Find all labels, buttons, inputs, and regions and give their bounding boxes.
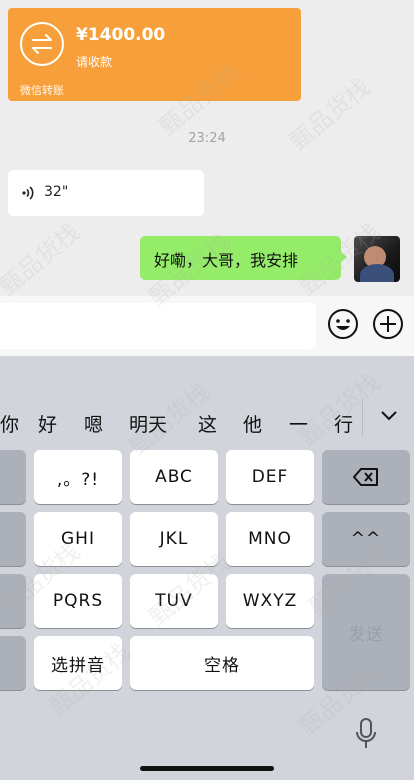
send-key[interactable]: 发送 xyxy=(322,574,410,690)
delete-key[interactable] xyxy=(322,450,410,504)
transfer-footer: 微信转账 xyxy=(20,84,64,97)
caret-key-label: ^^ xyxy=(350,529,382,549)
transfer-subtitle: 请收款 xyxy=(76,55,113,69)
candidate-bar: 你 好 嗯 明天 这 他 一 行 xyxy=(0,396,414,446)
input-bar xyxy=(0,296,414,356)
outgoing-message-text: 好嘞，大哥，我安排 xyxy=(154,251,299,270)
voice-wave-icon xyxy=(22,186,34,200)
candidate-item[interactable]: 他 xyxy=(243,410,262,437)
space-key[interactable]: 空格 xyxy=(130,636,314,690)
transfer-amount: ¥1400.00 xyxy=(76,25,166,45)
key-wxyz[interactable]: WXYZ xyxy=(226,574,314,628)
key-pqrs[interactable]: PQRS xyxy=(34,574,122,628)
key-jkl[interactable]: JKL xyxy=(130,512,218,566)
avatar[interactable] xyxy=(354,236,400,282)
key-mno[interactable]: MNO xyxy=(226,512,314,566)
message-timestamp: 23:24 xyxy=(188,131,226,146)
backspace-icon xyxy=(353,468,378,486)
transfer-icon xyxy=(20,22,64,66)
left-edge-key[interactable] xyxy=(0,636,26,690)
chevron-down-icon[interactable] xyxy=(380,410,398,422)
candidate-item[interactable]: 一 xyxy=(289,410,308,437)
candidate-item[interactable]: 你 xyxy=(0,410,19,437)
key-def[interactable]: DEF xyxy=(226,450,314,504)
caret-key[interactable]: ^^ xyxy=(322,512,410,566)
left-edge-key[interactable] xyxy=(0,574,26,628)
left-edge-key[interactable] xyxy=(0,450,26,504)
home-indicator xyxy=(140,766,274,771)
candidate-item[interactable]: 嗯 xyxy=(84,410,103,437)
voice-message[interactable]: 32" xyxy=(8,170,204,216)
voice-duration: 32" xyxy=(44,184,69,200)
candidate-item[interactable]: 明天 xyxy=(129,410,167,437)
candidate-divider xyxy=(362,398,363,436)
key-punctuation[interactable]: ,。?! xyxy=(34,450,122,504)
watermark: 甄品货栈 xyxy=(0,217,86,301)
send-key-label: 发送 xyxy=(348,624,384,645)
key-abc[interactable]: ABC xyxy=(130,450,218,504)
key-ghi[interactable]: GHI xyxy=(34,512,122,566)
candidate-item[interactable]: 行 xyxy=(334,410,353,437)
pinyin-key[interactable]: 选拼音 xyxy=(34,636,122,690)
emoji-icon[interactable] xyxy=(327,308,359,340)
left-edge-key[interactable] xyxy=(0,512,26,566)
microphone-icon[interactable] xyxy=(355,718,377,750)
outgoing-message-bubble[interactable]: 好嘞，大哥，我安排 xyxy=(140,236,347,280)
message-input[interactable] xyxy=(0,303,316,349)
key-tuv[interactable]: TUV xyxy=(130,574,218,628)
plus-icon[interactable] xyxy=(372,308,404,340)
transfer-card[interactable]: ¥1400.00 请收款 微信转账 xyxy=(8,8,301,101)
candidate-item[interactable]: 好 xyxy=(38,410,57,437)
candidate-item[interactable]: 这 xyxy=(198,410,217,437)
